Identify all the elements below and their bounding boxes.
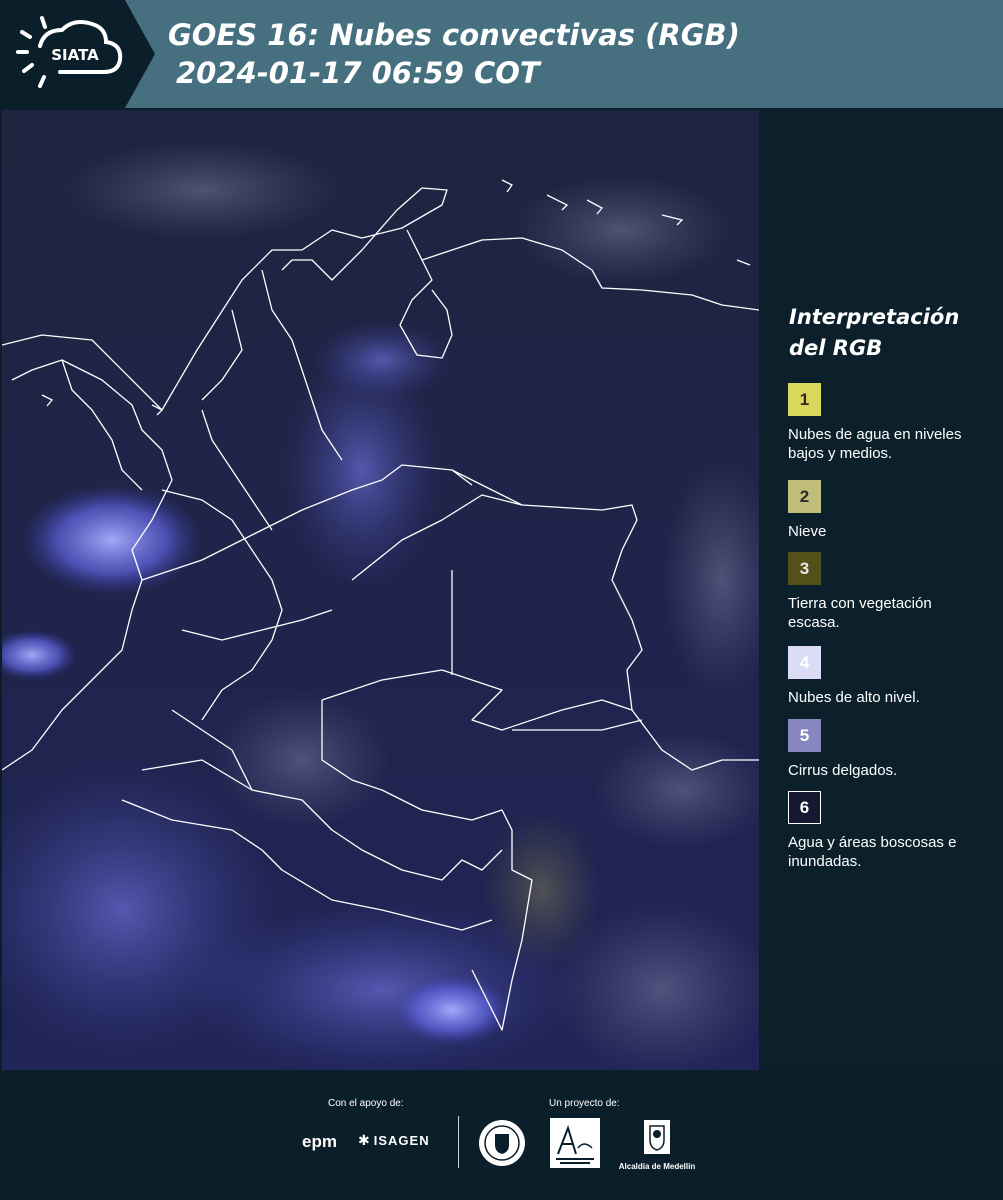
legend-item-6: 6 Agua y áreas boscosas e inundadas.	[788, 791, 998, 871]
legend-swatch-6: 6	[788, 791, 821, 824]
title-line-1: GOES 16: Nubes convectivas (RGB)	[168, 18, 740, 52]
legend-number-6: 6	[799, 797, 810, 817]
isagen-logo: ✱ ISAGEN	[358, 1132, 430, 1149]
legend-label-5: Cirrus delgados.	[788, 762, 898, 779]
title-line-2: 2024-01-17 06:59 COT	[176, 56, 540, 90]
legend-item-2: 2 Nieve	[788, 480, 998, 541]
legend-label-3: Tierra con vegetación escasa.	[788, 595, 932, 631]
legend-number-2: 2	[799, 486, 810, 506]
alcaldia-seal-icon	[644, 1120, 670, 1154]
legend-number-5: 5	[799, 725, 810, 745]
legend-item-1: 1 Nubes de agua en niveles bajos y medio…	[788, 383, 998, 463]
legend-swatch-5: 5	[788, 719, 821, 752]
legend-item-3: 3 Tierra con vegetación escasa.	[788, 552, 998, 632]
area-metropolitana-logo	[550, 1118, 600, 1168]
epm-logo: epm	[302, 1132, 337, 1151]
alcaldia-caption: Alcaldía de Medellín	[618, 1162, 696, 1171]
legend-label-1: Nubes de agua en niveles bajos y medios.	[788, 426, 962, 462]
header-bar: SIATA GOES 16: Nubes convectivas (RGB) 2…	[0, 0, 1003, 108]
legend-item-5: 5 Cirrus delgados.	[788, 719, 998, 780]
legend-title: Interpretación del RGB	[789, 302, 959, 364]
isagen-icon: ✱	[358, 1132, 370, 1148]
legend-swatch-2: 2	[788, 480, 821, 513]
legend-panel: Interpretación del RGB 1 Nubes de agua e…	[760, 110, 1003, 1070]
legend-number-3: 3	[799, 558, 810, 578]
legend-title-line-1: Interpretación	[789, 305, 960, 329]
legend-number-1: 1	[799, 389, 810, 409]
legend-title-line-2: del RGB	[789, 336, 883, 360]
legend-item-4: 4 Nubes de alto nivel.	[788, 646, 998, 707]
legend-label-2: Nieve	[788, 523, 827, 540]
isagen-text: ISAGEN	[373, 1133, 430, 1148]
medellin-seal-icon	[479, 1120, 525, 1166]
legend-number-4: 4	[799, 652, 810, 672]
legend-label-4: Nubes de alto nivel.	[788, 689, 920, 706]
legend-swatch-4: 4	[788, 646, 821, 679]
footer-divider	[458, 1116, 459, 1168]
satellite-map	[2, 110, 759, 1070]
alcaldia-logo: Alcaldía de Medellín	[613, 1118, 701, 1171]
support-label: Con el apoyo de:	[328, 1098, 404, 1109]
project-label: Un proyecto de:	[549, 1098, 620, 1109]
legend-swatch-1: 1	[788, 383, 821, 416]
satellite-map-image	[2, 110, 759, 1070]
siata-logo-text: SIATA	[51, 46, 99, 64]
footer: Con el apoyo de: Un proyecto de: epm ✱ I…	[0, 1070, 1003, 1200]
siata-logo: SIATA	[0, 0, 155, 108]
legend-swatch-3: 3	[788, 552, 821, 585]
page-title: GOES 16: Nubes convectivas (RGB) 2024-01…	[168, 16, 740, 92]
legend-label-6: Agua y áreas boscosas e inundadas.	[788, 834, 957, 870]
